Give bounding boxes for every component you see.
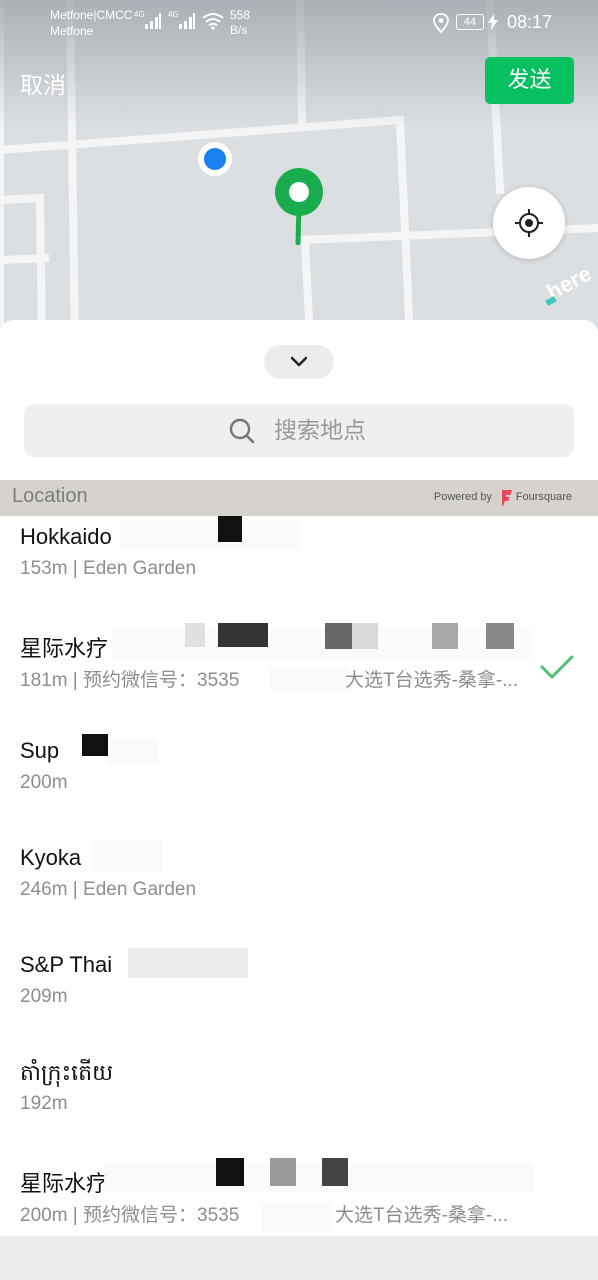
- net-speed-value: 558: [230, 8, 251, 22]
- place-item[interactable]: Kyoka 246m | Eden Garden: [0, 837, 598, 944]
- chevron-down-icon: [291, 356, 307, 367]
- place-detail: 200m: [20, 772, 68, 793]
- place-item[interactable]: តាំក្រុះតើយ 192m: [0, 1051, 598, 1158]
- place-item-selected[interactable]: 星际水疗 181m | 预约微信号：3535 大选T台选秀-桑拿-...: [0, 623, 598, 730]
- current-location-dot-icon: [198, 142, 232, 176]
- search-input[interactable]: [272, 413, 556, 449]
- place-name: Sup: [20, 738, 60, 763]
- redaction: [82, 734, 108, 756]
- carrier-1: Metfone|CMCC: [50, 8, 133, 22]
- status-bar: Metfone|CMCC Metfone 4G 4G 558 B/s 44 08…: [0, 0, 598, 46]
- place-name: តាំក្រុះតើយ: [20, 1060, 114, 1085]
- bottom-bar: [0, 1236, 598, 1280]
- wifi-icon: [202, 13, 224, 30]
- carrier-2: Metfone: [50, 24, 94, 38]
- signal-2-icon: [179, 13, 195, 29]
- redaction: [185, 623, 205, 647]
- net-speed-unit: B/s: [230, 23, 248, 37]
- redaction: [218, 623, 268, 647]
- redaction: [352, 623, 378, 649]
- clock: 08:17: [506, 12, 552, 32]
- redaction: [218, 516, 242, 542]
- place-detail: 209m: [20, 986, 68, 1007]
- place-detail: 200m | 预约微信号：3535: [20, 1205, 240, 1226]
- place-name: Kyoka: [20, 845, 82, 870]
- charging-icon: [488, 14, 498, 30]
- redaction: [325, 623, 353, 649]
- redaction: [128, 948, 248, 978]
- redaction: [486, 623, 514, 649]
- locate-me-icon: [515, 209, 543, 237]
- place-item[interactable]: S&P Thai 209m: [0, 944, 598, 1051]
- redaction: [120, 520, 300, 550]
- collapse-sheet-button[interactable]: [264, 345, 334, 379]
- place-detail: 153m | Eden Garden: [20, 558, 197, 579]
- place-detail-tail: 大选T台选秀-桑拿-...: [335, 1205, 509, 1226]
- location-pin-icon: [275, 168, 323, 245]
- redaction: [104, 1162, 534, 1192]
- redaction: [216, 1158, 244, 1186]
- section-title: Location: [12, 485, 88, 507]
- redaction: [108, 738, 158, 764]
- foursquare-logo-icon: [502, 490, 512, 506]
- place-detail: 246m | Eden Garden: [20, 879, 197, 900]
- redaction: [112, 629, 532, 659]
- place-item[interactable]: Sup 200m: [0, 730, 598, 837]
- locate-me-button[interactable]: [493, 187, 565, 259]
- net-speed: 558 B/s: [230, 8, 250, 38]
- cancel-button[interactable]: 取消: [20, 66, 66, 100]
- place-item[interactable]: Hokkaido 153m | Eden Garden: [0, 516, 598, 623]
- battery-icon: 44: [456, 14, 484, 30]
- place-name: 星际水疗: [20, 636, 109, 661]
- search-icon: [229, 418, 255, 444]
- carrier-info: Metfone|CMCC Metfone: [50, 7, 132, 39]
- place-sheet: Location Powered by Foursquare Hokkaido …: [0, 320, 598, 1236]
- place-name: 星际水疗: [20, 1171, 109, 1196]
- map-view[interactable]: here: [0, 0, 598, 340]
- redaction: [432, 623, 458, 649]
- signal-1-icon: [145, 13, 161, 29]
- place-name: S&P Thai: [20, 952, 113, 977]
- redaction: [270, 1158, 296, 1186]
- place-detail: 181m | 预约微信号：3535: [20, 670, 240, 691]
- gps-icon: [433, 13, 449, 33]
- powered-by-label: Powered by: [433, 491, 492, 503]
- redaction: [92, 841, 162, 871]
- send-button[interactable]: 发送: [485, 57, 574, 104]
- place-detail: 192m: [20, 1093, 68, 1114]
- place-item[interactable]: 星际水疗 200m | 预约微信号：3535 大选T台选秀-桑拿-...: [0, 1158, 598, 1236]
- place-detail-tail: 大选T台选秀-桑拿-...: [345, 670, 519, 691]
- redaction: [322, 1158, 348, 1186]
- redaction: [262, 1202, 332, 1232]
- redaction: [270, 667, 350, 691]
- place-name: Hokkaido: [20, 524, 112, 549]
- selected-check-icon: [540, 655, 574, 679]
- location-section-header: Location Powered by Foursquare: [0, 480, 598, 516]
- search-bar[interactable]: [24, 404, 574, 457]
- foursquare-label: Foursquare: [515, 491, 572, 503]
